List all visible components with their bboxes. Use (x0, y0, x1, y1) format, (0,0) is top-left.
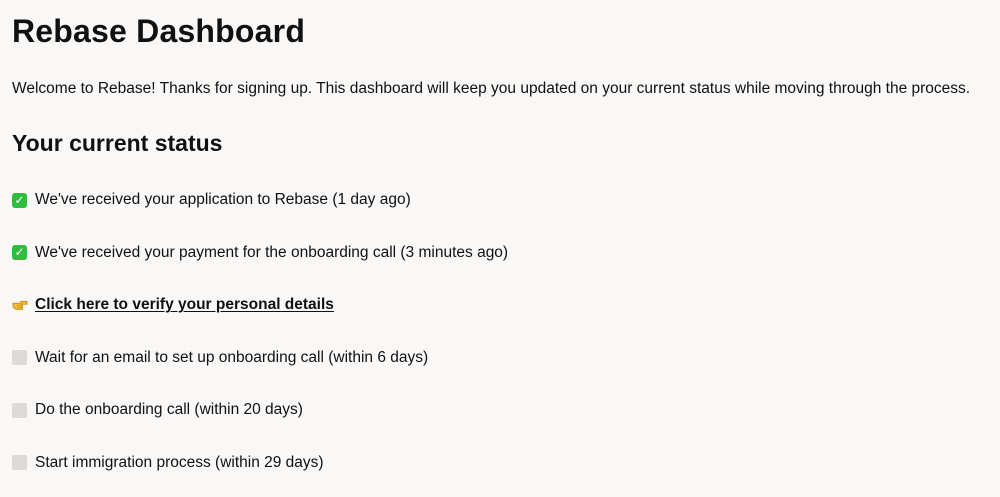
status-list: ✓ We've received your application to Reb… (12, 182, 508, 497)
status-step-payment: ✓ We've received your payment for the on… (12, 235, 508, 271)
status-step-application: ✓ We've received your application to Reb… (12, 182, 508, 218)
check-mark-icon: ✓ (12, 192, 27, 208)
status-heading: Your current status (12, 130, 223, 156)
empty-checkbox-icon (12, 455, 27, 470)
status-step-immigration: Start immigration process (within 29 day… (12, 445, 508, 481)
empty-checkbox-icon (12, 350, 27, 365)
empty-checkbox-icon (12, 402, 27, 418)
welcome-message: Welcome to Rebase! Thanks for signing up… (12, 80, 971, 97)
status-step-verify: Click here to verify your personal detai… (12, 287, 508, 323)
verify-details-link[interactable]: Click here to verify your personal detai… (35, 296, 334, 314)
status-step-email: Wait for an email to set up onboarding c… (12, 340, 508, 376)
page-title: Rebase Dashboard (12, 13, 306, 49)
status-step-onboarding-call: Do the onboarding call (within 20 days) (12, 392, 508, 428)
check-mark-icon: ✓ (12, 245, 27, 260)
pointing-hand-icon (12, 300, 28, 310)
status-step-text: We've received your application to Rebas… (35, 191, 411, 208)
status-step-text: Do the onboarding call (within 20 days) (35, 401, 303, 418)
dashboard-page: Rebase Dashboard Welcome to Rebase! Than… (0, 0, 1000, 489)
status-step-text: We've received your payment for the onbo… (35, 243, 509, 261)
status-step-text: Wait for an email to set up onboarding c… (35, 348, 429, 366)
status-step-text: Start immigration process (within 29 day… (35, 453, 324, 471)
